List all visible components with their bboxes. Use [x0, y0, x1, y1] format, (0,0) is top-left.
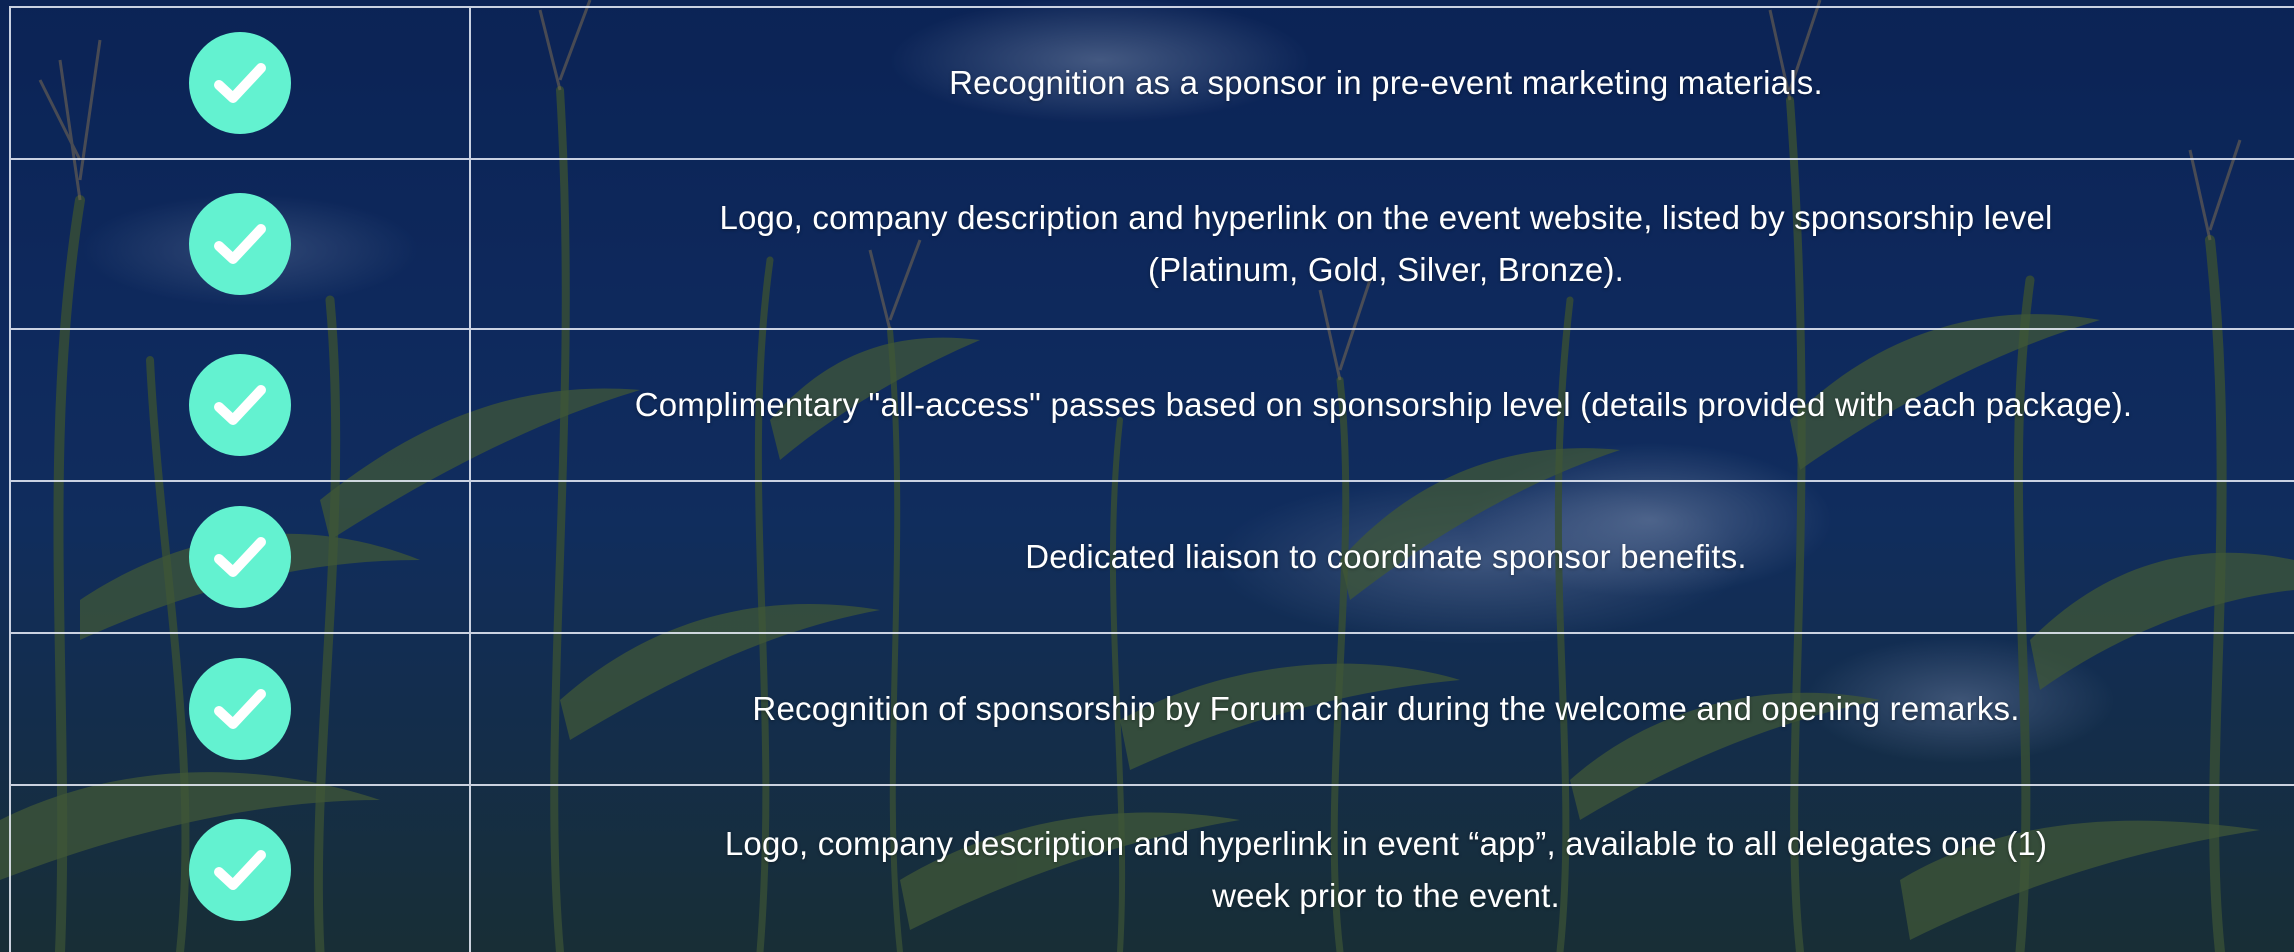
benefit-text-cell: Recognition as a sponsor in pre-event ma…	[471, 8, 2294, 158]
icon-cell	[11, 634, 471, 784]
benefit-text-cell: Logo, company description and hyperlink …	[471, 160, 2294, 328]
checkmark-icon	[189, 658, 291, 760]
benefit-text-cell: Dedicated liaison to coordinate sponsor …	[471, 482, 2294, 632]
icon-cell	[11, 786, 471, 952]
icon-cell	[11, 482, 471, 632]
benefit-text: Complimentary "all-access" passes based …	[634, 386, 2133, 423]
benefit-text: Recognition of sponsorship by Forum chai…	[752, 690, 2020, 727]
checkmark-icon	[189, 819, 291, 921]
benefit-text: Recognition as a sponsor in pre-event ma…	[949, 64, 1823, 101]
checkmark-icon	[189, 32, 291, 134]
benefit-text: Logo, company description and hyperlink …	[719, 199, 2053, 288]
icon-cell	[11, 8, 471, 158]
checkmark-icon	[189, 193, 291, 295]
table-row: Logo, company description and hyperlink …	[11, 160, 2294, 330]
icon-cell	[11, 160, 471, 328]
benefit-text-cell: Recognition of sponsorship by Forum chai…	[471, 634, 2294, 784]
table-row: Recognition as a sponsor in pre-event ma…	[11, 8, 2294, 160]
benefit-text-cell: Complimentary "all-access" passes based …	[471, 330, 2294, 480]
checkmark-icon	[189, 354, 291, 456]
benefit-text: Logo, company description and hyperlink …	[724, 825, 2048, 914]
benefit-text: Dedicated liaison to coordinate sponsor …	[1025, 538, 1747, 575]
checkmark-icon	[189, 506, 291, 608]
sponsor-benefits-table: Recognition as a sponsor in pre-event ma…	[9, 6, 2294, 952]
table-row: Dedicated liaison to coordinate sponsor …	[11, 482, 2294, 634]
icon-cell	[11, 330, 471, 480]
benefit-text-cell: Logo, company description and hyperlink …	[471, 786, 2294, 952]
table-row: Complimentary "all-access" passes based …	[11, 330, 2294, 482]
table-row: Recognition of sponsorship by Forum chai…	[11, 634, 2294, 786]
table-row: Logo, company description and hyperlink …	[11, 786, 2294, 952]
